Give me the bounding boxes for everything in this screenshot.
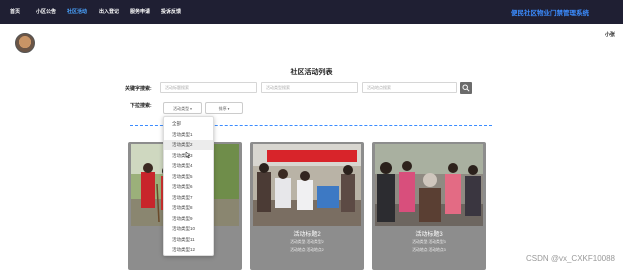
activity-photo-3 (375, 144, 483, 226)
page-title: 社区活动列表 (290, 69, 333, 76)
nav-announcements[interactable]: 小区公告 (36, 8, 56, 15)
dropdown-option[interactable]: 活动类型7 (164, 193, 213, 203)
chevron-down-icon: ▾ (227, 107, 230, 111)
dropdown-option[interactable]: 活动类型12 (164, 245, 213, 255)
avatar[interactable] (15, 33, 35, 53)
nav-entry-log[interactable]: 出入登记 (99, 8, 119, 15)
sort-select[interactable]: 排序▾ (205, 102, 243, 114)
activity-type-select[interactable]: 活动类型▾ (163, 102, 202, 114)
activity-card-3[interactable]: 活动标题3 活动类型:活动类型3 活动地点:活动地点3 (372, 142, 486, 270)
dropdown-option[interactable]: 活动类型9 (164, 214, 213, 224)
card-place: 活动地点:活动地点3 (412, 248, 446, 252)
dropdown-option[interactable]: 活动类型8 (164, 203, 213, 213)
user-name[interactable]: 小张 (605, 31, 615, 38)
dropdown-option[interactable]: 活动类型11 (164, 235, 213, 245)
card-type: 活动类型:活动类型2 (290, 240, 324, 244)
sort-select-value: 排序 (218, 106, 227, 111)
nav-service-request[interactable]: 服务申请 (130, 8, 150, 15)
watermark: CSDN @vx_CXKF10088 (525, 254, 615, 263)
dropdown-search-label: 下拉搜索: (130, 103, 152, 109)
title-search-input[interactable] (160, 82, 257, 93)
place-search-input[interactable] (362, 82, 457, 93)
hand-cursor-icon (185, 151, 191, 159)
search-button[interactable] (460, 82, 472, 94)
activity-type-select-value: 活动类型 (173, 106, 190, 111)
dropdown-option[interactable]: 活动类型5 (164, 172, 213, 182)
nav-home[interactable]: 首页 (10, 8, 20, 15)
card-title: 活动标题3 (415, 232, 443, 238)
dropdown-option[interactable]: 活动类型4 (164, 161, 213, 171)
keyword-search-label: 关键字搜索: (125, 86, 152, 92)
nav-complaints[interactable]: 投诉反馈 (161, 8, 181, 15)
system-title: 便民社区物业门禁管理系统 (511, 10, 589, 17)
activity-photo-2 (253, 144, 361, 226)
search-icon (462, 84, 470, 92)
activity-type-dropdown-menu: 全部 活动类型1 活动类型2 活动类型3 活动类型4 活动类型5 活动类型6 活… (163, 116, 214, 256)
card-type: 活动类型:活动类型3 (412, 240, 446, 244)
card-title: 活动标题2 (293, 232, 321, 238)
dropdown-option-all[interactable]: 全部 (164, 119, 213, 129)
dropdown-option[interactable]: 活动类型10 (164, 224, 213, 234)
nav-activities[interactable]: 社区活动 (67, 8, 87, 15)
dropdown-option[interactable]: 活动类型1 (164, 130, 213, 140)
dropdown-option[interactable]: 活动类型2 (164, 140, 213, 150)
chevron-down-icon: ▾ (190, 107, 192, 111)
top-nav-bar: 首页 小区公告 社区活动 出入登记 服务申请 投诉反馈 便民社区物业门禁管理系统 (0, 0, 623, 24)
dropdown-option[interactable]: 活动类型6 (164, 182, 213, 192)
card-place: 活动地点:活动地点2 (290, 248, 324, 252)
activity-card-2[interactable]: 活动标题2 活动类型:活动类型2 活动地点:活动地点2 (250, 142, 364, 270)
type-search-input[interactable] (261, 82, 358, 93)
